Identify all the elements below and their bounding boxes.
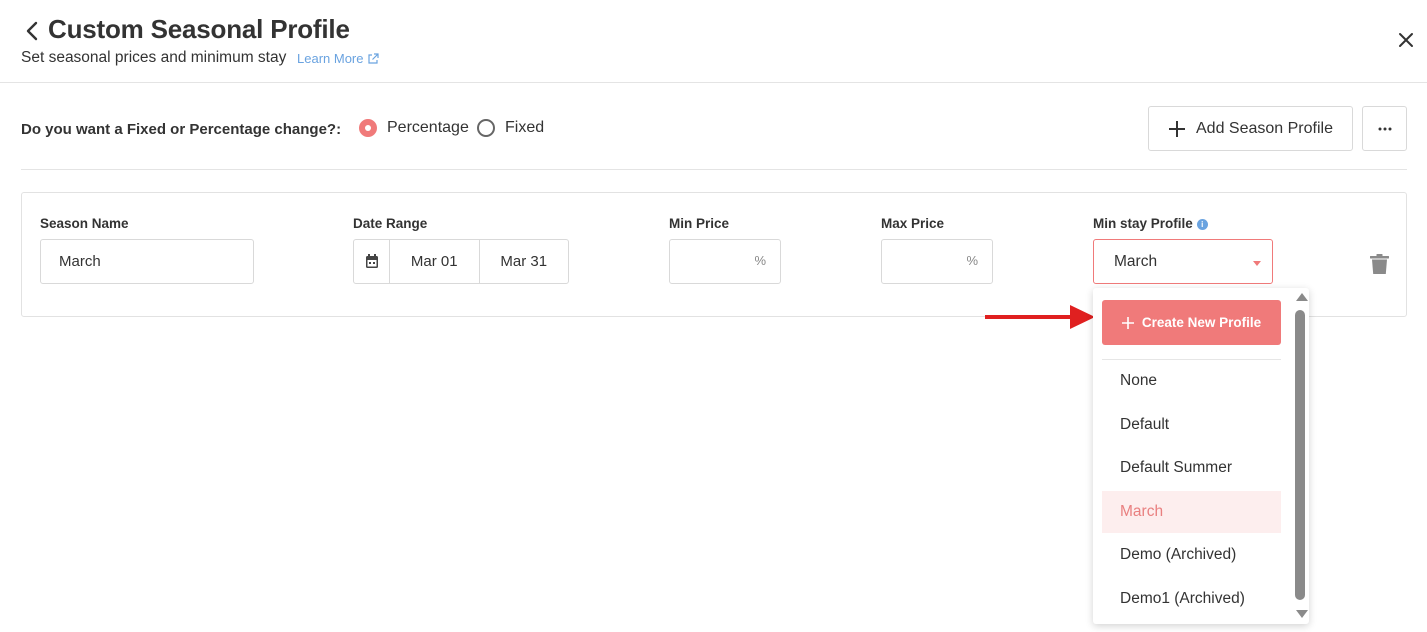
annotation-arrow-icon	[985, 305, 1095, 329]
page-header: Custom Seasonal Profile Set seasonal pri…	[0, 0, 1427, 83]
dropdown-scrollbar[interactable]	[1293, 288, 1309, 624]
season-name-label: Season Name	[40, 216, 129, 231]
radio-unchecked-icon	[477, 119, 495, 137]
learn-more-label: Learn More	[297, 51, 364, 66]
min-stay-profile-dropdown: Create New Profile None Default Default …	[1093, 288, 1309, 624]
info-icon[interactable]: i	[1196, 219, 1208, 230]
caret-down-icon	[1253, 261, 1261, 266]
more-options-button[interactable]	[1362, 106, 1407, 151]
dropdown-option-demo-archived[interactable]: Demo (Archived)	[1102, 534, 1281, 576]
radio-percentage-label: Percentage	[387, 119, 469, 136]
date-range-picker[interactable]: Mar 01 Mar 31	[353, 239, 569, 284]
percent-unit: %	[966, 253, 978, 268]
page-title: Custom Seasonal Profile	[48, 14, 350, 44]
dropdown-option-none[interactable]: None	[1102, 360, 1281, 402]
calendar-button[interactable]	[354, 240, 390, 283]
learn-more-link[interactable]: Learn More	[297, 51, 380, 66]
create-new-profile-button[interactable]: Create New Profile	[1102, 300, 1281, 345]
date-end-field[interactable]: Mar 31	[478, 240, 569, 283]
min-stay-profile-value: March	[1114, 252, 1158, 270]
external-link-icon	[368, 52, 380, 64]
plus-icon	[1169, 120, 1185, 137]
scroll-up-icon[interactable]	[1296, 293, 1308, 301]
radio-percentage[interactable]: Percentage	[359, 119, 469, 137]
dropdown-option-default[interactable]: Default	[1102, 404, 1281, 446]
scroll-thumb[interactable]	[1295, 310, 1305, 600]
min-stay-profile-label: Min stay Profile i	[1093, 216, 1208, 231]
add-season-profile-label: Add Season Profile	[1196, 119, 1333, 137]
change-type-question: Do you want a Fixed or Percentage change…	[21, 121, 342, 138]
add-season-profile-button[interactable]: Add Season Profile	[1148, 106, 1353, 151]
min-price-input[interactable]: %	[669, 239, 781, 284]
divider	[21, 169, 1407, 170]
calendar-icon	[365, 254, 378, 268]
max-price-label: Max Price	[881, 216, 945, 231]
ellipsis-icon	[1378, 127, 1391, 130]
scroll-down-icon[interactable]	[1296, 610, 1308, 618]
chevron-left-icon[interactable]	[22, 18, 44, 44]
trash-icon[interactable]	[1370, 254, 1389, 275]
min-stay-profile-text: Min stay Profile	[1093, 216, 1193, 231]
close-icon[interactable]	[1396, 30, 1416, 50]
min-price-label: Min Price	[669, 216, 730, 231]
max-price-input[interactable]: %	[881, 239, 993, 284]
plus-icon	[1121, 316, 1134, 329]
dropdown-option-default-summer[interactable]: Default Summer	[1102, 447, 1281, 489]
radio-fixed[interactable]: Fixed	[477, 119, 544, 137]
page-subtitle: Set seasonal prices and minimum stay	[21, 49, 287, 66]
dropdown-option-march[interactable]: March	[1102, 491, 1281, 533]
radio-checked-icon	[359, 119, 377, 137]
season-name-input[interactable]: March	[40, 239, 254, 284]
date-range-label: Date Range	[353, 216, 428, 231]
radio-fixed-label: Fixed	[505, 119, 545, 136]
percent-unit: %	[754, 253, 766, 268]
min-stay-profile-select[interactable]: March	[1093, 239, 1273, 284]
dropdown-option-demo1-archived[interactable]: Demo1 (Archived)	[1102, 578, 1281, 620]
date-start-field[interactable]: Mar 01	[390, 240, 479, 283]
create-new-profile-label: Create New Profile	[1141, 315, 1262, 330]
